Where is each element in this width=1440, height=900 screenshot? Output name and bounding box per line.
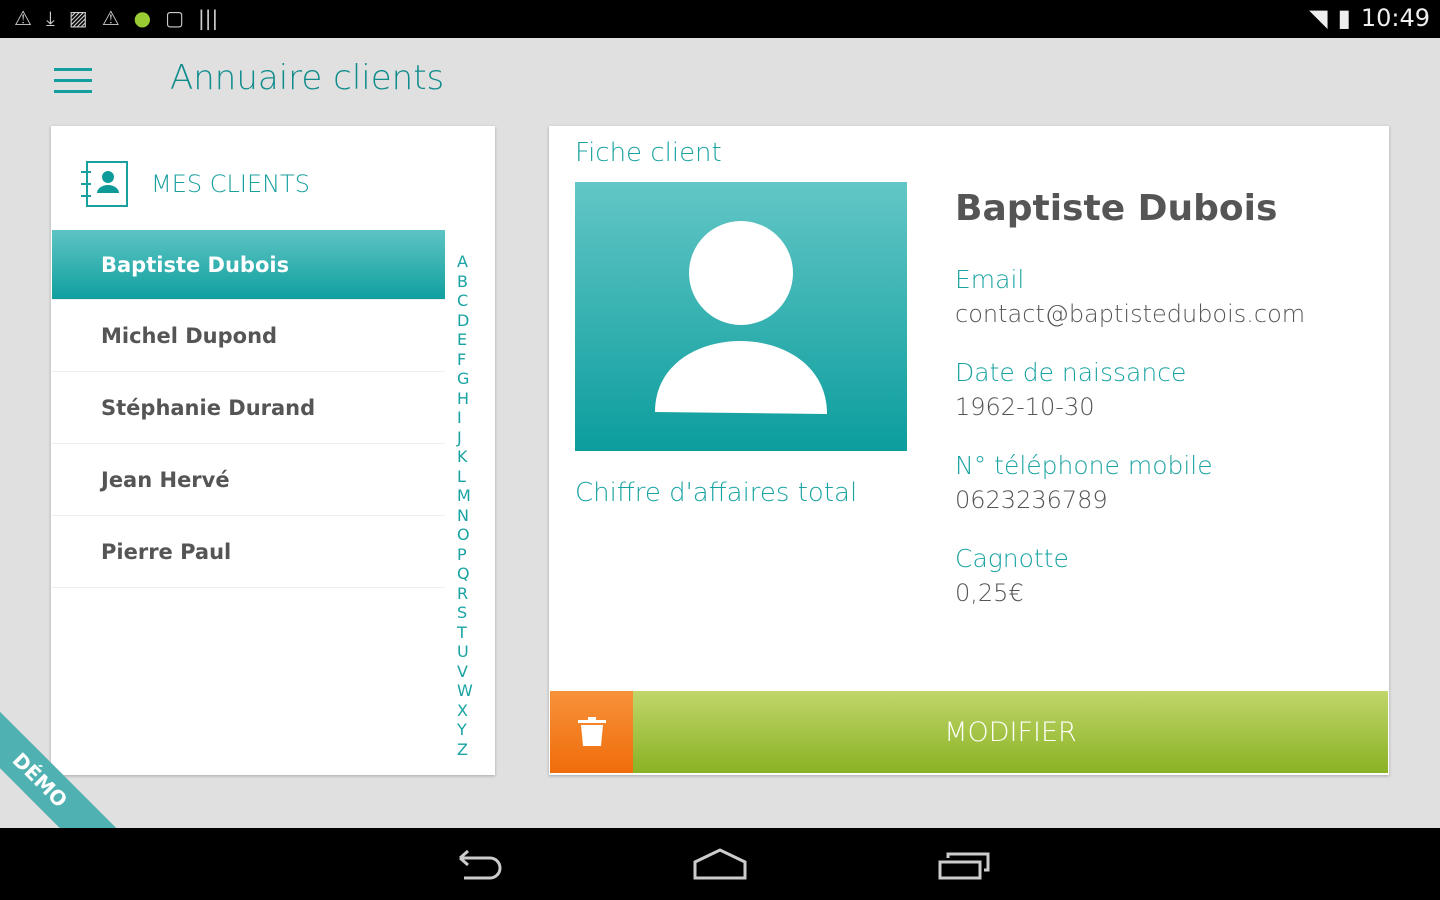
watch-icon: ▢ — [165, 6, 184, 30]
alphabet-letter[interactable]: B — [457, 272, 473, 292]
alphabet-letter[interactable]: S — [457, 603, 473, 623]
client-name: Baptiste Dubois — [955, 188, 1278, 229]
warning-icon: ⚠ — [14, 6, 32, 30]
app-bar: Annuaire clients — [0, 38, 1440, 126]
trash-icon — [577, 717, 606, 746]
field-label: Email — [955, 265, 1025, 294]
person-avatar-icon — [655, 221, 827, 414]
field-label: Date de naissance — [955, 358, 1187, 387]
android-icon: ● — [133, 6, 152, 30]
alphabet-letter[interactable]: Y — [457, 720, 473, 740]
revenue-label: Chiffre d'affaires total — [575, 478, 858, 508]
alphabet-index[interactable]: ABCDEFGHIJKLMNOPQRSTUVWXYZ — [457, 252, 473, 759]
detail-field: Cagnotte 0,25€ — [955, 544, 1305, 607]
wifi-icon: ◥ — [1309, 4, 1328, 32]
status-bar: ⚠ ⤓ ▨ ⚠ ● ▢ ||| ◥ ▮ 10:49 — [0, 0, 1440, 38]
page-title: Annuaire clients — [170, 58, 445, 98]
alphabet-letter[interactable]: A — [457, 252, 473, 272]
client-list-item[interactable]: Michel Dupond — [52, 300, 445, 372]
clock: 10:49 — [1360, 4, 1430, 32]
client-detail-panel: Fiche client Chiffre d'affaires total Ba… — [549, 126, 1389, 775]
alphabet-letter[interactable]: L — [457, 467, 473, 487]
alphabet-letter[interactable]: K — [457, 447, 473, 467]
download-icon: ⤓ — [45, 6, 55, 30]
field-label: Cagnotte — [955, 544, 1069, 573]
alphabet-letter[interactable]: M — [457, 486, 473, 506]
delete-button[interactable] — [550, 691, 633, 773]
alphabet-letter[interactable]: J — [457, 428, 473, 448]
home-icon[interactable] — [692, 846, 748, 886]
alphabet-letter[interactable]: N — [457, 506, 473, 526]
battery-icon: ▮ — [1337, 4, 1351, 32]
alphabet-letter[interactable]: T — [457, 623, 473, 643]
field-value: contact@baptistedubois.com — [955, 300, 1306, 328]
image-icon: ▨ — [68, 6, 88, 30]
alphabet-letter[interactable]: E — [457, 330, 473, 350]
client-list-item[interactable]: Pierre Paul — [52, 516, 445, 588]
alphabet-letter[interactable]: Z — [457, 740, 473, 760]
detail-field: Email contact@baptistedubois.com — [955, 265, 1305, 328]
alphabet-letter[interactable]: V — [457, 662, 473, 682]
detail-field: Date de naissance 1962-10-30 — [955, 358, 1305, 421]
section-title: MES CLIENTS — [151, 170, 310, 198]
alphabet-letter[interactable]: W — [457, 681, 473, 701]
recent-apps-icon[interactable] — [936, 846, 992, 886]
client-list: Baptiste Dubois Michel Dupond Stéphanie Du… — [52, 230, 445, 588]
alphabet-letter[interactable]: F — [457, 350, 473, 370]
alphabet-letter[interactable]: H — [457, 389, 473, 409]
field-value: 0,25€ — [955, 579, 1024, 607]
client-list-item[interactable]: Jean Hervé — [52, 444, 445, 516]
alphabet-letter[interactable]: D — [457, 311, 473, 331]
contacts-book-icon — [81, 161, 128, 207]
client-list-item[interactable]: Baptiste Dubois — [52, 230, 445, 300]
alphabet-letter[interactable]: G — [457, 369, 473, 389]
notification-icons: ⚠ ⤓ ▨ ⚠ ● ▢ ||| — [14, 6, 218, 30]
field-value: 0623236789 — [955, 486, 1108, 514]
field-value: 1962-10-30 — [955, 393, 1095, 421]
barcode-icon: ||| — [197, 6, 219, 30]
client-photo-placeholder — [575, 182, 907, 451]
alphabet-letter[interactable]: O — [457, 525, 473, 545]
alphabet-letter[interactable]: U — [457, 642, 473, 662]
warning-icon: ⚠ — [101, 6, 120, 30]
field-label: N° téléphone mobile — [955, 451, 1213, 480]
alphabet-letter[interactable]: I — [457, 408, 473, 428]
navigation-bar — [0, 828, 1440, 900]
alphabet-letter[interactable]: X — [457, 701, 473, 721]
client-list-panel: MES CLIENTS Baptiste Dubois Michel Dupond… — [51, 126, 495, 775]
modify-button[interactable]: MODIFIER — [633, 691, 1388, 773]
client-list-item[interactable]: Stéphanie Durand — [52, 372, 445, 444]
alphabet-letter[interactable]: P — [457, 545, 473, 565]
alphabet-letter[interactable]: C — [457, 291, 473, 311]
menu-icon[interactable] — [54, 68, 92, 94]
back-icon[interactable] — [450, 846, 504, 886]
detail-field: N° téléphone mobile 0623236789 — [955, 451, 1305, 514]
alphabet-letter[interactable]: Q — [457, 564, 473, 584]
detail-heading: Fiche client — [575, 138, 722, 168]
alphabet-letter[interactable]: R — [457, 584, 473, 604]
